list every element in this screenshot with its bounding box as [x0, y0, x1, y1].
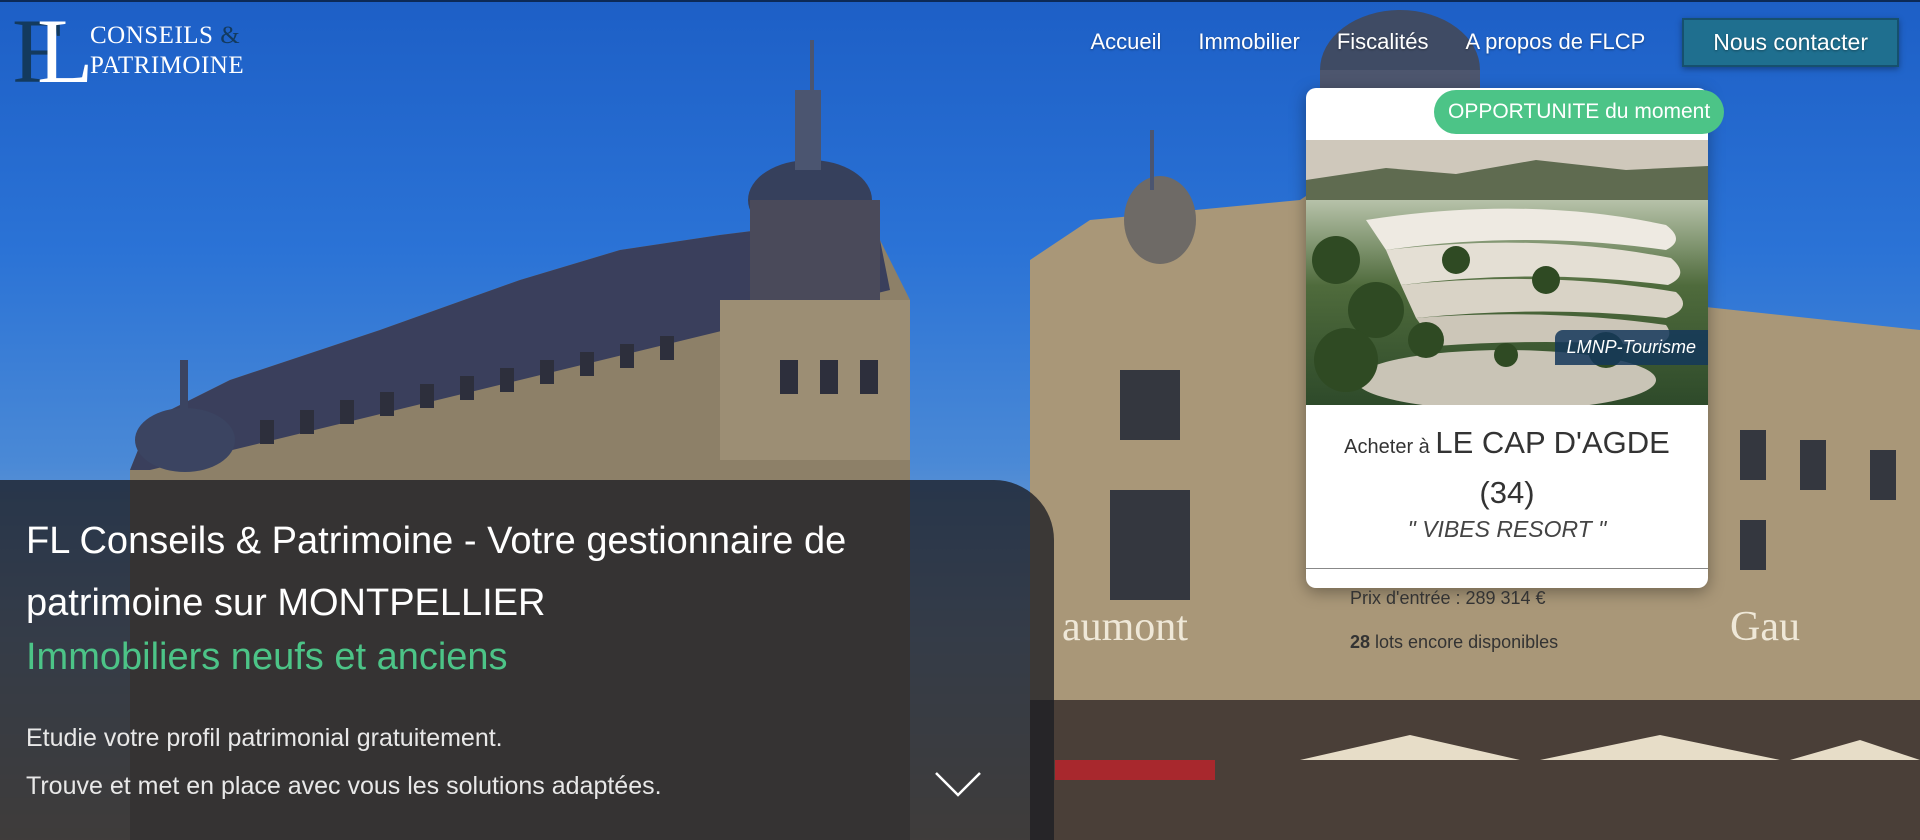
card-title-dept: (34) — [1479, 475, 1535, 510]
card-title-city: LE CAP D'AGDE — [1435, 425, 1670, 460]
hero-line-2: Trouve et met en place avec vous les sol… — [26, 772, 662, 800]
card-divider — [1306, 568, 1708, 569]
hero-line-1: Etudie votre profil patrimonial gratuite… — [26, 724, 503, 752]
hero-subtitle: Immobiliers neufs et anciens — [26, 636, 508, 678]
card-title-prefix: Acheter à — [1344, 436, 1430, 458]
svg-text:Gau: Gau — [1730, 604, 1800, 650]
nav-item-immobilier[interactable]: Immobilier — [1198, 29, 1299, 55]
hero-title: FL Conseils & Patrimoine - Votre gestion… — [26, 520, 847, 624]
nav-item-fiscalites[interactable]: Fiscalités — [1337, 29, 1429, 55]
contact-button[interactable]: Nous contacter — [1682, 17, 1899, 67]
main-nav: Accueil Immobilier Fiscalités A propos d… — [1090, 17, 1920, 67]
resort-illustration — [1306, 140, 1708, 405]
logo-word-conseils: CONSEILS & — [90, 22, 241, 49]
site-logo[interactable]: FL CONSEILS & PATRIMOINE — [12, 0, 245, 102]
card-price: Prix d'entrée : 289 314 € — [1350, 588, 1546, 608]
category-tag: LMNP-Tourisme — [1554, 330, 1708, 365]
logo-monogram: FL — [12, 0, 94, 102]
logo-word-patrimoine: PATRIMOINE — [90, 52, 245, 79]
lots-count: 28 — [1350, 632, 1371, 652]
opportunity-card[interactable]: LMNP-Tourisme OPPORTUNITE du moment Ache… — [1306, 88, 1725, 652]
nav-item-accueil[interactable]: Accueil — [1090, 29, 1161, 55]
card-title: Acheter à LE CAP D'AGDE (34) — [1306, 420, 1708, 520]
resort-image: LMNP-Tourisme — [1306, 140, 1708, 405]
card-subtitle: " VIBES RESORT " — [1407, 516, 1607, 542]
hero-text-panel: FL Conseils & Patrimoine - Votre gestion… — [0, 480, 1054, 840]
top-border — [0, 0, 1920, 2]
card-lots: 28 lots encore disponibles — [1350, 632, 1558, 653]
svg-text:aumont: aumont — [1062, 604, 1188, 650]
chevron-down-icon[interactable] — [934, 770, 982, 798]
lots-text: lots encore disponibles — [1370, 632, 1559, 652]
opportunity-badge: OPPORTUNITE du moment — [1434, 90, 1725, 134]
nav-item-a-propos[interactable]: A propos de FLCP — [1466, 29, 1646, 55]
